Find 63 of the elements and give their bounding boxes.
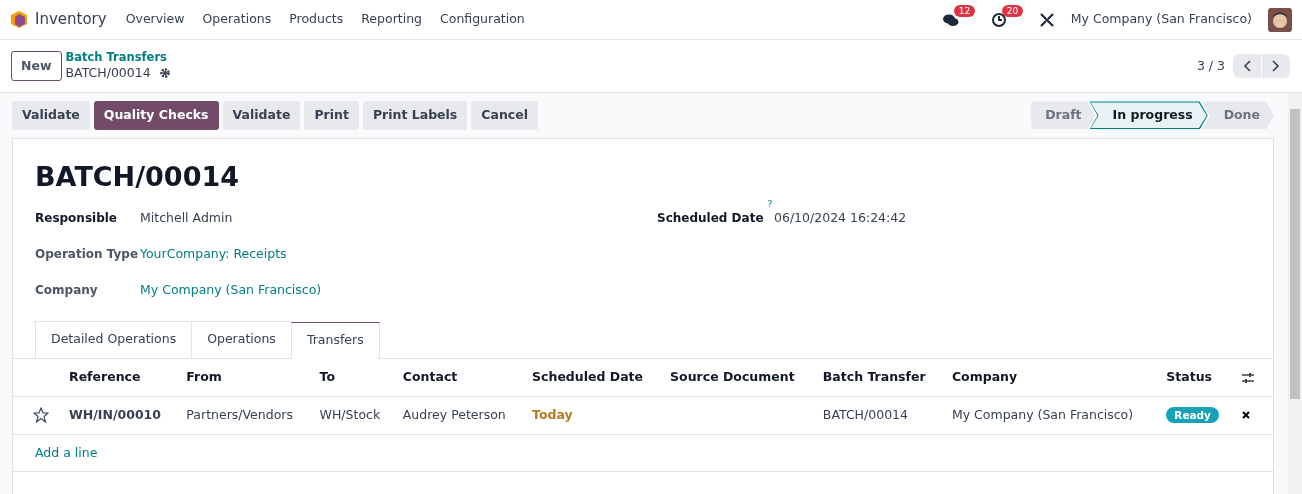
tab[interactable]: Detailed Operations [35, 321, 193, 359]
column-header[interactable]: To [311, 359, 395, 397]
pager-counter: 3 / 3 [1196, 56, 1225, 75]
settings-icon[interactable] [158, 66, 171, 79]
menu-item[interactable]: Products [280, 10, 353, 29]
clock-icon[interactable] [990, 11, 1007, 28]
menu-item[interactable]: Configuration [431, 10, 534, 29]
action-button[interactable]: Validate [222, 101, 301, 130]
field-label: Scheduled Date [657, 210, 764, 228]
table-cell: Audrey Peterson [402, 406, 506, 422]
column-header[interactable]: From [178, 359, 312, 397]
app-logo-icon[interactable] [10, 10, 28, 29]
field-value: Mitchell Admin [140, 209, 233, 228]
tab[interactable]: Transfers [290, 322, 380, 360]
menu-item[interactable]: Reporting [352, 10, 431, 29]
chevron-right-icon [1271, 59, 1281, 73]
table-cell: My Company (San Francisco) [951, 406, 1134, 422]
table-cell: WH/Stock [319, 406, 381, 422]
star-icon[interactable] [33, 407, 49, 424]
action-button[interactable]: Quality Checks [93, 101, 219, 130]
field-link[interactable]: My Company (San Francisco) [140, 280, 322, 300]
record-title: BATCH/00014 [35, 160, 240, 194]
column-header[interactable]: Status [1158, 359, 1233, 397]
remove-icon[interactable] [1241, 410, 1251, 421]
new-button[interactable]: New [11, 50, 62, 82]
column-header[interactable]: Scheduled Date [524, 359, 663, 397]
add-line-link[interactable]: Add a line [35, 444, 98, 460]
column-header[interactable]: Source Document [662, 359, 815, 397]
menu-item[interactable]: Operations [193, 10, 281, 29]
status-step[interactable]: Draft [1031, 101, 1096, 130]
field-label: Responsible [35, 210, 118, 228]
table-cell: WH/IN/00010 [69, 406, 161, 422]
table-cell: Partners/Vendors [186, 406, 293, 422]
record-name: BATCH/00014 [65, 64, 151, 81]
status-step[interactable]: In progress [1089, 101, 1208, 130]
field-label: Operation Type [35, 245, 140, 263]
column-header[interactable]: Reference [61, 359, 179, 397]
previous-button[interactable] [1233, 54, 1261, 78]
column-settings-icon[interactable] [1241, 370, 1255, 385]
count-badge: 20 [1001, 4, 1024, 18]
action-button[interactable]: Print [304, 101, 359, 130]
action-button[interactable]: Print Labels [362, 101, 468, 130]
chevron-left-icon [1242, 59, 1252, 73]
field-value: 06/10/2024 16:24:42 [774, 209, 907, 228]
company-switcher[interactable]: My Company (San Francisco) [1070, 10, 1252, 29]
breadcrumb-link[interactable]: Batch Transfers [65, 50, 171, 65]
status-step[interactable]: Done [1201, 101, 1274, 130]
column-header[interactable]: Batch Transfer [814, 359, 944, 397]
avatar-icon[interactable] [1268, 7, 1292, 32]
action-button[interactable]: Validate [12, 101, 90, 130]
table-cell: Today [532, 406, 573, 422]
menu-item[interactable]: Overview [116, 10, 194, 29]
field-link[interactable]: YourCompany: Receipts [140, 244, 287, 264]
status-badge: Ready [1166, 406, 1219, 423]
column-header[interactable]: Contact [394, 359, 525, 397]
table-cell: BATCH/00014 [822, 406, 908, 422]
app-name[interactable]: Inventory [35, 8, 107, 31]
action-button[interactable]: Cancel [471, 101, 538, 130]
count-badge: 12 [953, 4, 976, 18]
next-button[interactable] [1262, 54, 1290, 78]
column-header[interactable]: Company [943, 359, 1159, 397]
field-label: Company [35, 281, 99, 299]
scrollbar[interactable] [1288, 93, 1302, 494]
